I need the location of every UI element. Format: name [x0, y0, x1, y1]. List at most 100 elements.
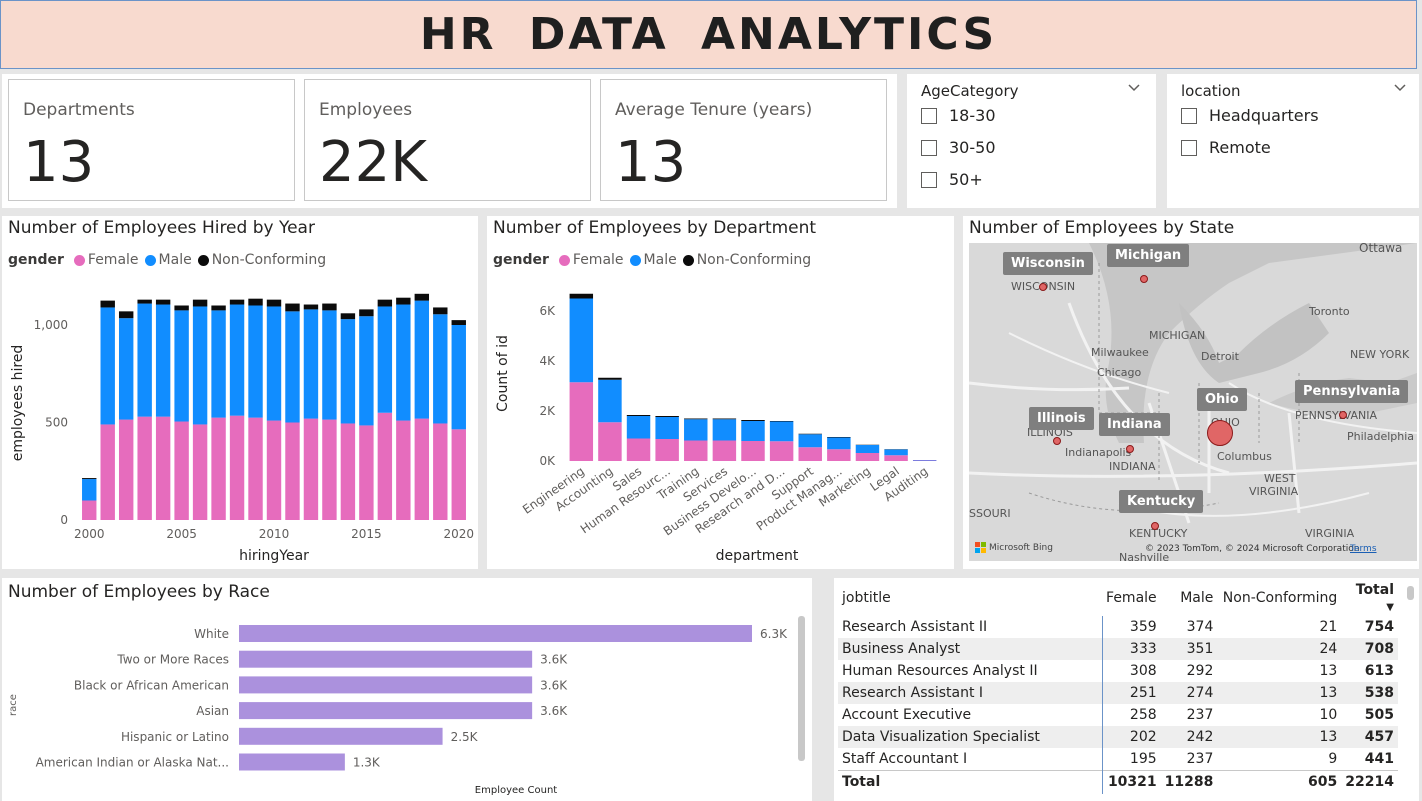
race-chart-plot: White 6.3K Two or More Races 3.6K Black or A… [8, 625, 788, 796]
table-row[interactable]: Account Executive 258 237 10 505 [838, 704, 1398, 726]
table-row[interactable]: Business Analyst 333 351 24 708 [838, 638, 1398, 660]
checkbox[interactable] [921, 139, 937, 156]
map-place-label: Columbus [1217, 450, 1272, 463]
map-terms-link[interactable]: Terms [1350, 544, 1377, 554]
map-bubble-pennsylvania[interactable] [1339, 411, 1347, 419]
cell-female: 333 [1102, 638, 1161, 660]
bar-segment-female-2019 [433, 423, 448, 520]
table-row[interactable]: Human Resources Analyst II 308 292 13 613 [838, 660, 1398, 682]
map-place-label: INDIANA [1109, 460, 1156, 473]
bar-segment-female-8 [798, 447, 822, 461]
vertical-scrollbar[interactable] [1407, 586, 1414, 600]
y-axis-title: race [8, 694, 19, 716]
column-header-male[interactable]: Male [1161, 580, 1218, 616]
bar-segment-male-8 [798, 434, 822, 448]
bar-segment-female-1 [598, 422, 622, 461]
vertical-scrollbar[interactable] [798, 616, 805, 761]
map-bubble-indiana[interactable] [1126, 445, 1134, 453]
map-place-label: VIRGINIA [1305, 527, 1355, 540]
bar-segment-nonconforming-2000 [82, 478, 97, 480]
map-bubble-wisconsin[interactable] [1039, 283, 1047, 291]
bing-attribution: Microsoft Bing [975, 542, 1053, 553]
cell-total: 505 [1364, 707, 1394, 723]
race-bar [239, 625, 752, 642]
y-axis-title: employees hired [10, 345, 26, 462]
table-row[interactable]: Research Assistant I 251 274 13 538 [838, 682, 1398, 704]
x-axis-title: hiringYear [239, 548, 309, 564]
bar-segment-female-2001 [100, 424, 115, 520]
y-tick-label: 6K [539, 304, 556, 318]
jobtitle-table: jobtitle Female Male Non-Conforming Tota… [838, 580, 1398, 794]
bar-segment-male-2013 [322, 310, 337, 420]
bar-segment-nonconforming-3 [655, 416, 679, 417]
bar-segment-nonconforming-2018 [414, 293, 430, 301]
kpi-card-departments[interactable]: Departments 13 [8, 79, 295, 201]
chevron-down-icon[interactable] [1127, 80, 1141, 98]
cell-female: 202 [1102, 726, 1161, 748]
slicer-option-headquarters[interactable]: Headquarters [1181, 106, 1319, 125]
jobtitle-table-container: jobtitle Female Male Non-Conforming Tota… [838, 580, 1398, 794]
cell-nonconforming: 9 [1328, 750, 1338, 767]
bar-segment-male-0 [569, 298, 594, 383]
checkbox[interactable] [921, 107, 937, 124]
cell-nonconforming: 13 [1217, 726, 1342, 748]
bar-segment-male-2003 [137, 303, 152, 417]
column-header-jobtitle[interactable]: jobtitle [838, 580, 1102, 616]
checkbox[interactable] [1181, 139, 1197, 156]
slicer-option-remote[interactable]: Remote [1181, 138, 1271, 157]
table-row[interactable]: Research Assistant II 359 374 21 754 [838, 616, 1398, 638]
bar-segment-female-4 [684, 440, 708, 461]
cell-jobtitle: Business Analyst [838, 638, 1103, 660]
column-header-female[interactable]: Female [1102, 580, 1161, 616]
map-bubble-illinois[interactable] [1053, 437, 1061, 445]
cell-male: 351 [1160, 638, 1218, 660]
bar-segment-female-2009 [248, 417, 263, 520]
bar-segment-male-4 [684, 419, 708, 441]
map-bubble-michigan[interactable] [1140, 275, 1148, 283]
table-row[interactable]: Staff Accountant I 195 237 9 441 [838, 748, 1398, 770]
bar-segment-female-2005 [174, 421, 189, 520]
map-place-label: Detroit [1201, 350, 1239, 363]
cell-male: 237 [1186, 750, 1214, 767]
bar-segment-male-11 [884, 449, 908, 456]
option-label: Remote [1209, 138, 1271, 157]
cell-total: 457 [1341, 726, 1398, 748]
data-label: 3.6K [540, 704, 568, 718]
table-row[interactable]: Data Visualization Specialist 202 242 13 457 [838, 726, 1398, 748]
map-place-label: MICHIGAN [1149, 329, 1206, 342]
bar-segment-female-2014 [340, 423, 356, 520]
chevron-down-icon[interactable] [1393, 80, 1407, 98]
kpi-card-employees[interactable]: Employees 22K [304, 79, 591, 201]
checkbox[interactable] [1181, 107, 1197, 124]
checkbox[interactable] [921, 171, 937, 188]
category-label: Two or More Races [116, 653, 229, 667]
slicer-option-50-plus[interactable]: 50+ [921, 170, 983, 189]
data-label: 3.6K [540, 653, 568, 667]
slicer-option-18-30[interactable]: 18-30 [921, 106, 996, 125]
bar-segment-male-2015 [359, 316, 374, 426]
data-label: 2.5K [451, 730, 479, 744]
map-bubble-ohio[interactable] [1207, 420, 1233, 446]
column-header-nonconforming[interactable]: Non-Conforming [1217, 580, 1341, 616]
map-canvas[interactable]: WISCONSIN Ottawa MICHIGAN Milwaukee Toro… [969, 243, 1417, 561]
data-label: 1.3K [353, 756, 381, 770]
bar-segment-female-5 [712, 440, 737, 461]
bar-segment-nonconforming-2008 [229, 299, 245, 305]
jobtitle-matrix-visual: jobtitle Female Male Non-Conforming Tota… [834, 578, 1419, 801]
bar-segment-nonconforming-2007 [211, 305, 226, 311]
map-bubble-kentucky[interactable] [1151, 522, 1159, 530]
cell-female: 258 [1129, 707, 1157, 723]
bar-segment-nonconforming-1 [598, 377, 622, 380]
state-label-indiana: Indiana [1099, 413, 1170, 436]
kpi-card-average-tenure[interactable]: Average Tenure (years) 13 [600, 79, 887, 201]
cell-total: 754 [1364, 619, 1394, 635]
bar-segment-nonconforming-2017 [396, 297, 411, 305]
total-total: 22214 [1341, 769, 1398, 794]
bar-segment-nonconforming-2014 [340, 313, 356, 320]
column-header-total[interactable]: Total ▼ [1341, 580, 1398, 616]
map-place-label: PENNSYLVANIA [1295, 409, 1378, 422]
slicer-option-30-50[interactable]: 30-50 [921, 138, 996, 157]
y-tick-label: 2K [539, 404, 556, 418]
cell-jobtitle: Research Assistant I [838, 682, 1103, 704]
bar-segment-female-3 [655, 439, 679, 461]
